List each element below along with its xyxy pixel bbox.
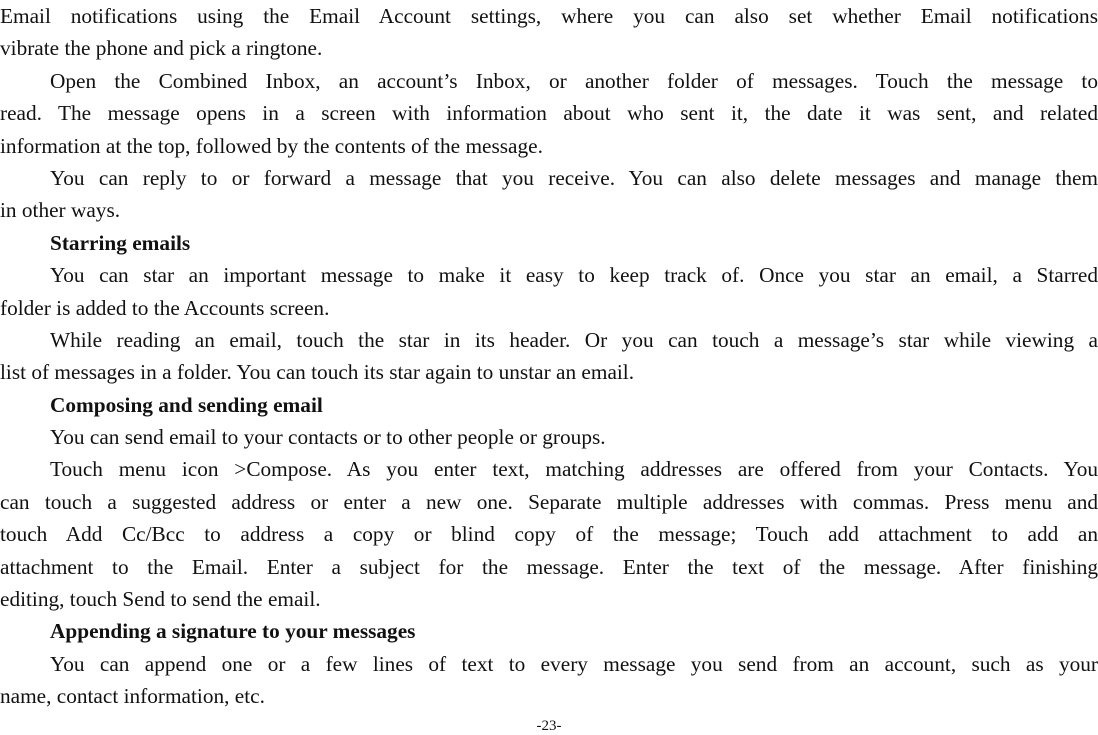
text-line: can touch a suggested address or enter a… <box>0 489 1098 514</box>
text-line: read. The message opens in a screen with… <box>0 101 1098 126</box>
text-line: You can star an important message to mak… <box>50 263 1098 288</box>
page-number: -23- <box>536 718 562 734</box>
text-line: You can send email to your contacts or t… <box>50 425 606 450</box>
text-line: touch Add Cc/Bcc to address a copy or bl… <box>0 522 1098 547</box>
section-heading: Composing and sending email <box>50 392 323 417</box>
section-heading: Starring emails <box>50 230 191 255</box>
text-line: name, contact information, etc. <box>0 684 265 709</box>
text-line: You can reply to or forward a message th… <box>50 165 1098 190</box>
text-line: in other ways. <box>0 198 121 223</box>
text-line: information at the top, followed by the … <box>0 133 543 158</box>
document-page: Email notifications using the Email Acco… <box>0 0 1098 713</box>
text-line: attachment to the Email. Enter a subject… <box>0 554 1098 579</box>
text-line: Open the Combined Inbox, an account’s In… <box>50 68 1098 93</box>
text-line: folder is added to the Accounts screen. <box>0 295 330 320</box>
text-line: editing, touch Send to send the email. <box>0 587 321 612</box>
section-heading: Appending a signature to your messages <box>50 619 416 644</box>
text-line: You can append one or a few lines of tex… <box>50 651 1098 676</box>
text-line: list of messages in a folder. You can to… <box>0 360 635 385</box>
text-line: While reading an email, touch the star i… <box>50 327 1098 352</box>
text-line: Email notifications using the Email Acco… <box>0 4 1098 28</box>
text-line: vibrate the phone and pick a ringtone. <box>0 36 323 61</box>
text-line: Touch menu icon >Compose. As you enter t… <box>50 457 1098 482</box>
